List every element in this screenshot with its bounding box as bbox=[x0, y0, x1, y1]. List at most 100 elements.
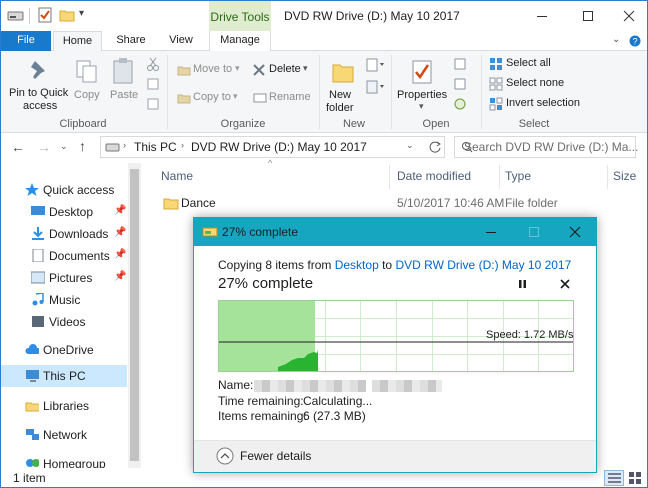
source-link[interactable]: Desktop bbox=[335, 258, 379, 272]
invert-selection-button[interactable]: Invert selection bbox=[487, 95, 587, 113]
sidebar-item-videos[interactable]: Videos bbox=[1, 311, 127, 333]
cancel-icon[interactable] bbox=[559, 278, 571, 290]
copy-path-icon[interactable] bbox=[146, 77, 160, 91]
column-header-date[interactable]: Date modified bbox=[397, 169, 471, 183]
sidebar-item-libraries[interactable]: Libraries bbox=[1, 395, 127, 417]
fewer-details-button[interactable]: Fewer details bbox=[216, 446, 336, 468]
column-header-type[interactable]: Type bbox=[505, 169, 531, 183]
sidebar-item-quick-access[interactable]: Quick access bbox=[1, 179, 127, 201]
move-to-icon bbox=[177, 66, 191, 76]
copy-to-label: Copy to bbox=[193, 91, 231, 103]
pin-label-line1: Pin to Quick bbox=[9, 87, 69, 99]
cut-icon[interactable] bbox=[146, 57, 160, 71]
paste-icon bbox=[113, 58, 133, 84]
breadcrumb-this-pc[interactable]: This PC bbox=[134, 140, 177, 154]
edit-icon[interactable] bbox=[453, 77, 467, 91]
copy-dialog-icon bbox=[202, 227, 218, 237]
scrollbar-thumb[interactable] bbox=[130, 169, 139, 461]
sidebar-item-documents[interactable]: Documents 📌 bbox=[1, 245, 127, 267]
sidebar-item-label: Documents bbox=[49, 249, 110, 263]
sidebar-item-this-pc[interactable]: This PC bbox=[1, 365, 127, 387]
large-icons-view-button[interactable] bbox=[626, 470, 644, 486]
history-icon[interactable] bbox=[453, 97, 467, 111]
sidebar-item-onedrive[interactable]: OneDrive bbox=[1, 339, 127, 361]
close-icon[interactable] bbox=[569, 226, 581, 238]
pin-icon bbox=[31, 61, 45, 79]
properties-icon[interactable] bbox=[37, 7, 53, 23]
context-tab-drive-tools: Drive Tools bbox=[209, 1, 271, 31]
properties-button[interactable]: Properties ▾ bbox=[395, 55, 449, 111]
dialog-title: 27% complete bbox=[222, 225, 299, 239]
sidebar-item-pictures[interactable]: Pictures 📌 bbox=[1, 267, 127, 289]
drive-icon bbox=[105, 143, 120, 152]
rename-button[interactable]: Rename bbox=[251, 89, 313, 107]
paste-button[interactable]: Paste bbox=[107, 55, 141, 105]
divider bbox=[481, 55, 482, 129]
new-folder-button[interactable]: New folder bbox=[323, 55, 363, 115]
maximize-icon bbox=[529, 227, 539, 237]
desktop-icon bbox=[31, 206, 45, 215]
pin-to-quick-access-button[interactable]: Pin to Quick access bbox=[5, 55, 71, 115]
ribbon-collapse-icon[interactable]: ⌄ bbox=[612, 34, 620, 45]
chevron-down-icon[interactable]: ⌄ bbox=[406, 140, 414, 151]
tab-home[interactable]: Home bbox=[53, 31, 102, 52]
rename-label: Rename bbox=[269, 91, 311, 103]
copy-to-button[interactable]: Copy to ▾ bbox=[175, 89, 243, 107]
sidebar-item-label: Music bbox=[49, 293, 81, 307]
pause-icon[interactable] bbox=[517, 278, 529, 290]
chevron-down-icon[interactable]: ▾ bbox=[79, 8, 84, 19]
chevron-down-icon: ▾ bbox=[233, 91, 238, 101]
time-remaining-value: Calculating... bbox=[303, 394, 373, 408]
copy-to-word: to bbox=[382, 258, 393, 272]
open-icon[interactable] bbox=[453, 57, 467, 71]
tab-share[interactable]: Share bbox=[107, 31, 155, 51]
chevron-up-icon bbox=[216, 447, 234, 465]
up-arrow-icon[interactable]: ↑ bbox=[79, 138, 86, 154]
address-bar[interactable]: › This PC › DVD RW Drive (D:) May 10 201… bbox=[100, 136, 445, 158]
forward-arrow-icon[interactable]: → bbox=[37, 139, 51, 155]
sidebar-item-downloads[interactable]: Downloads 📌 bbox=[1, 223, 127, 245]
maximize-button[interactable] bbox=[565, 1, 611, 31]
tab-view[interactable]: View bbox=[157, 31, 205, 51]
new-item-icon[interactable] bbox=[365, 57, 387, 73]
minimize-icon[interactable] bbox=[486, 232, 496, 233]
paste-shortcut-icon[interactable] bbox=[146, 97, 160, 111]
recent-locations-icon[interactable]: ⌄ bbox=[60, 141, 68, 152]
column-header-size[interactable]: Size bbox=[613, 169, 636, 183]
pin-label-line2: access bbox=[23, 100, 58, 112]
column-header-name[interactable]: Name bbox=[161, 169, 193, 183]
file-name: Dance bbox=[181, 196, 216, 210]
select-none-button[interactable]: Select none bbox=[487, 75, 583, 93]
help-icon[interactable]: ? bbox=[629, 35, 641, 47]
new-folder-icon[interactable] bbox=[59, 7, 75, 23]
close-button[interactable] bbox=[611, 1, 647, 31]
minimize-button[interactable] bbox=[519, 1, 565, 31]
destination-link[interactable]: DVD RW Drive (D:) May 10 2017 bbox=[395, 258, 571, 272]
tab-manage[interactable]: Manage bbox=[209, 31, 271, 51]
table-row[interactable]: Dance 5/10/2017 10:46 AM File folder bbox=[157, 193, 637, 213]
copy-button[interactable]: Copy bbox=[71, 55, 103, 105]
breadcrumb-dvd-drive[interactable]: DVD RW Drive (D:) May 10 2017 bbox=[191, 140, 367, 154]
nav-scrollbar[interactable] bbox=[128, 163, 141, 468]
item-count: 1 item bbox=[13, 471, 46, 485]
refresh-icon[interactable] bbox=[428, 140, 442, 154]
easy-access-icon[interactable] bbox=[365, 79, 387, 95]
sidebar-item-music[interactable]: Music bbox=[1, 289, 127, 311]
copy-icon bbox=[76, 60, 97, 83]
back-arrow-icon[interactable]: ← bbox=[11, 139, 25, 155]
copy-progress-dialog: 27% complete Copying 8 items from Deskto… bbox=[193, 217, 597, 473]
sidebar-item-network[interactable]: Network bbox=[1, 424, 127, 446]
invert-selection-label: Invert selection bbox=[506, 97, 580, 109]
details-view-button[interactable] bbox=[604, 470, 624, 486]
select-all-label: Select all bbox=[506, 57, 551, 69]
sidebar-item-desktop[interactable]: Desktop 📌 bbox=[1, 201, 127, 223]
file-name-redacted bbox=[254, 380, 366, 392]
delete-button[interactable]: Delete ▾ bbox=[251, 61, 313, 79]
pin-icon: 📌 bbox=[114, 205, 127, 216]
videos-icon bbox=[32, 316, 44, 327]
move-to-label: Move to bbox=[193, 63, 233, 75]
tab-file[interactable]: File bbox=[1, 31, 51, 51]
select-all-button[interactable]: Select all bbox=[487, 55, 583, 73]
move-to-button[interactable]: Move to ▾ bbox=[175, 61, 243, 79]
search-input[interactable]: Search DVD RW Drive (D:) Ma... bbox=[454, 136, 638, 158]
